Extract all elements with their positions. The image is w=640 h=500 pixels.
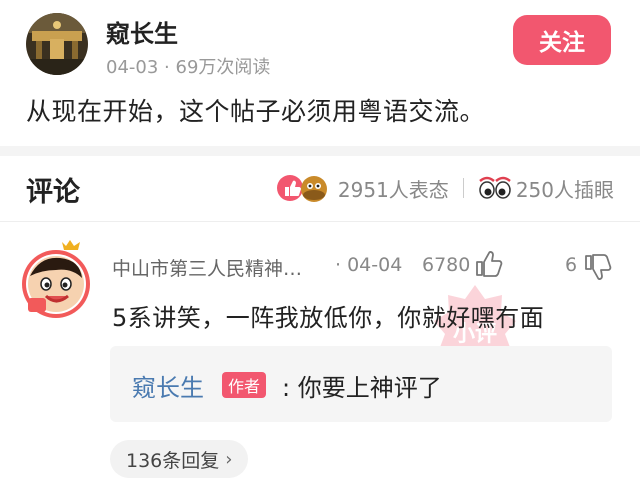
commenter-name[interactable]: 中山市第三人民精神… — [112, 254, 322, 281]
commenter-avatar[interactable] — [20, 240, 94, 320]
meta-separator: · — [164, 57, 170, 78]
post-header: 窥长生 04-03 · 69万次阅读 关注 — [0, 0, 640, 90]
reaction-icons — [276, 173, 332, 203]
eyes-icon — [478, 175, 512, 201]
follow-button[interactable]: 关注 — [513, 15, 611, 65]
comments-header: 评论 2951人表态 250人插眼 — [0, 156, 640, 222]
post-meta: 04-03 · 69万次阅读 — [106, 53, 270, 79]
comment-text: 5系讲笑，一阵我放低你，你就好嘿冇面 — [112, 304, 545, 332]
section-divider — [0, 146, 640, 156]
post-body: 从现在开始，这个帖子必须用粤语交流。 — [26, 97, 486, 126]
post-date: 04-03 — [106, 57, 159, 78]
more-replies-label: 136条回复 — [126, 449, 220, 472]
like-icon[interactable] — [474, 250, 504, 278]
reply-author[interactable]: 窥长生 — [132, 368, 204, 403]
date-separator: · — [335, 254, 342, 276]
reply-preview[interactable]: 窥长生 作者 : 你要上神评了 — [110, 346, 612, 422]
comment-date-value: 04-04 — [347, 254, 403, 276]
reply-text: : 你要上神评了 — [282, 374, 442, 402]
dislike-icon[interactable] — [583, 253, 613, 281]
eyes-count: 250人插眼 — [515, 177, 614, 202]
view-count: 69万次阅读 — [175, 57, 271, 78]
comments-title: 评论 — [26, 177, 80, 208]
crown-icon — [62, 240, 80, 250]
reaction-summary[interactable]: 2951人表态 250人插眼 — [276, 170, 614, 206]
divider — [462, 178, 464, 198]
comment-date: · 04-04 — [335, 254, 402, 276]
more-replies-button[interactable]: 136条回复 › — [110, 440, 249, 478]
author-avatar[interactable] — [26, 13, 88, 75]
comment-item: 中山市第三人民精神… · 04-04 6780 6 小评 5系讲笑，一阵我放低你… — [0, 222, 640, 500]
reaction-count: 2951人表态 — [337, 177, 449, 202]
like-count: 6780 — [422, 254, 471, 276]
author-badge: 作者 — [222, 372, 267, 398]
author-name[interactable]: 窥长生 — [106, 14, 178, 49]
dislike-count: 6 — [565, 254, 578, 276]
chevron-right-icon: › — [225, 448, 233, 470]
